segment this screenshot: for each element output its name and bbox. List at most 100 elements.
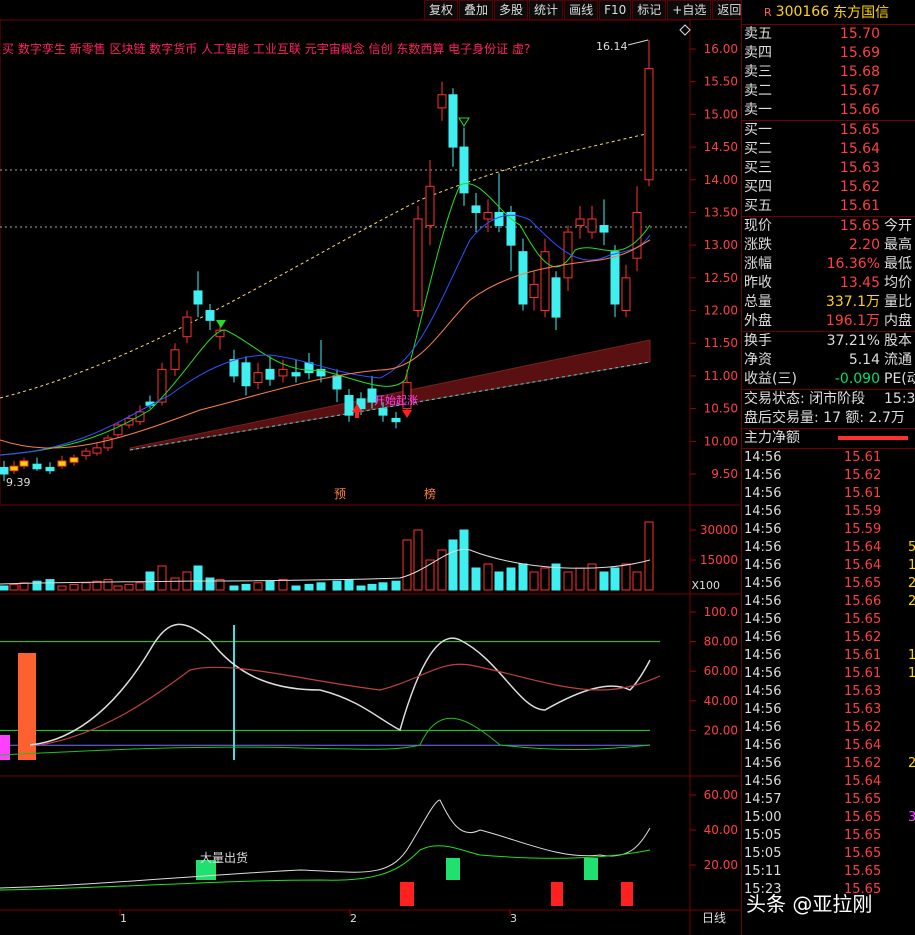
quote2-row[interactable]: 收益(三) -0.090 PE(动 [742,370,915,389]
diamond-icon [679,24,691,36]
candle-body [291,372,301,377]
volume-bar [253,582,263,591]
low-bar [621,882,633,906]
quote-row[interactable]: 涨幅 16.36% 最低 [742,255,915,274]
low-bar [551,882,563,906]
volume-bar [69,583,79,591]
price-tick-label: 15.00 [704,107,738,121]
bottom-tag: 榜 [424,486,436,501]
volume-bar [170,577,180,591]
tick-row: 14:56 15.65 2 [742,575,915,593]
volume-bar [344,579,354,591]
quote-label: 涨跌 [744,237,772,253]
bid-row[interactable]: 买三 15.63 [742,159,915,178]
quote2-row[interactable]: 净资 5.14 流通 [742,351,915,370]
volume-bar [471,567,481,591]
tick-row: 14:56 15.63 [742,701,915,719]
tick-time: 14:56 [744,738,782,753]
ask-row[interactable]: 卖三 15.68 [742,63,915,82]
tick-price: 15.59 [844,504,882,519]
price-tick-label: 9.50 [711,467,738,481]
tick-row: 14:56 15.61 1 [742,665,915,683]
tick-volume: 1 [908,558,915,573]
trade-status: 交易状态: 闭市阶段 [744,391,866,407]
tick-price: 15.65 [844,576,882,591]
bid-value: 15.64 [839,141,880,157]
toolbar-button-1[interactable]: 叠加 [459,0,494,20]
main-force-row[interactable]: 主力净额 [742,429,915,448]
price-tick-label: 14.50 [704,140,738,154]
quote-extra-label: 量比 [884,294,912,310]
toolbar-button-4[interactable]: 画线 [564,0,599,20]
quote-row[interactable]: 昨收 13.45 均价 [742,274,915,293]
candle-body [632,211,642,259]
quote2-extra-label: 流通 [884,352,912,368]
bid-label: 买三 [744,160,772,176]
tick-price: 15.64 [844,738,882,753]
ask-row[interactable]: 卖一 15.66 [742,101,915,120]
tick-time: 14:56 [744,504,782,519]
toolbar-button-2[interactable]: 多股 [494,0,529,20]
volume-bar [45,579,55,591]
candle-body [529,283,539,298]
ask-row[interactable]: 卖五 15.70 [742,25,915,44]
toolbar-button-6[interactable]: 标记 [632,0,667,20]
volume-bar [459,529,469,591]
ask-label: 卖五 [744,26,772,42]
quote-row[interactable]: 涨跌 2.20 最高 [742,236,915,255]
toolbar-button-5[interactable]: F10 [599,0,632,20]
tick-price: 15.62 [844,630,882,645]
vol-tick-label: 30000 [700,523,738,537]
tick-price: 15.62 [844,468,882,483]
quote2-row[interactable]: 换手 37.21% 股本 [742,332,915,351]
candle-body [575,218,585,227]
kline-chart[interactable]: 16.14 9.39 开始起涨预 榜 大量出货 16.00 15.50 15.00 14.5… [0,0,740,935]
ind-tick-label: 100.0 [704,605,738,619]
candle-body [644,68,654,181]
tick-price: 15.65 [844,612,882,627]
stock-header[interactable]: R 300166 东方国信 [742,0,915,24]
bid-row[interactable]: 买四 15.62 [742,178,915,197]
bid-row[interactable]: 买二 15.64 [742,140,915,159]
tick-time: 14:56 [744,594,782,609]
quote-row[interactable]: 外盘 196.1万 内盘 [742,312,915,331]
candle-body [551,277,561,318]
ask-row[interactable]: 卖二 15.67 [742,82,915,101]
ind-tick-label: 80.00 [704,635,738,649]
tick-row: 14:56 15.66 2 [742,593,915,611]
quote-value: 16.36% [826,256,880,272]
quote-row[interactable]: 现价 15.65 今开 [742,217,915,236]
ask-row[interactable]: 卖四 15.69 [742,44,915,63]
volume-bar [448,539,458,591]
bid-row[interactable]: 买一 15.65 [742,121,915,140]
bid-label: 买二 [744,141,772,157]
price-tick-label: 13.00 [704,238,738,252]
bid-row[interactable]: 买五 15.61 [742,197,915,216]
toolbar-button-0[interactable]: 复权 [424,0,459,20]
volume-bar [229,585,239,591]
tick-price: 15.61 [844,666,882,681]
price-tick-label: 10.00 [704,434,738,448]
bottom-tag: 预 [334,487,346,501]
toolbar-button-7[interactable]: +自选 [667,0,712,20]
candle-body [182,316,192,338]
volume-bar [518,563,528,591]
tick-volume: 2 [908,594,915,609]
toolbar-button-3[interactable]: 统计 [529,0,564,20]
price-tick-label: 12.00 [704,304,738,318]
candle-body [229,359,239,377]
quote-row[interactable]: 总量 337.1万 量比 [742,293,915,312]
tick-price: 15.65 [844,828,882,843]
price-tick-label: 13.50 [704,205,738,219]
price-tick-label: 14.00 [704,173,738,187]
tick-row: 15:05 15.65 [742,827,915,845]
tick-price: 15.62 [844,720,882,735]
bid-value: 15.62 [839,179,880,195]
candle-body [610,251,620,305]
volume-bar [113,585,123,591]
volume-bar [241,583,251,591]
volume-bar [621,563,631,591]
concept-tags: 买 数字孪生 新零售 区块链 数字货币 人工智能 工业互联 元宇宙概念 信创 东… [2,42,531,56]
tick-time: 14:56 [744,486,782,501]
candle-body [587,218,597,233]
